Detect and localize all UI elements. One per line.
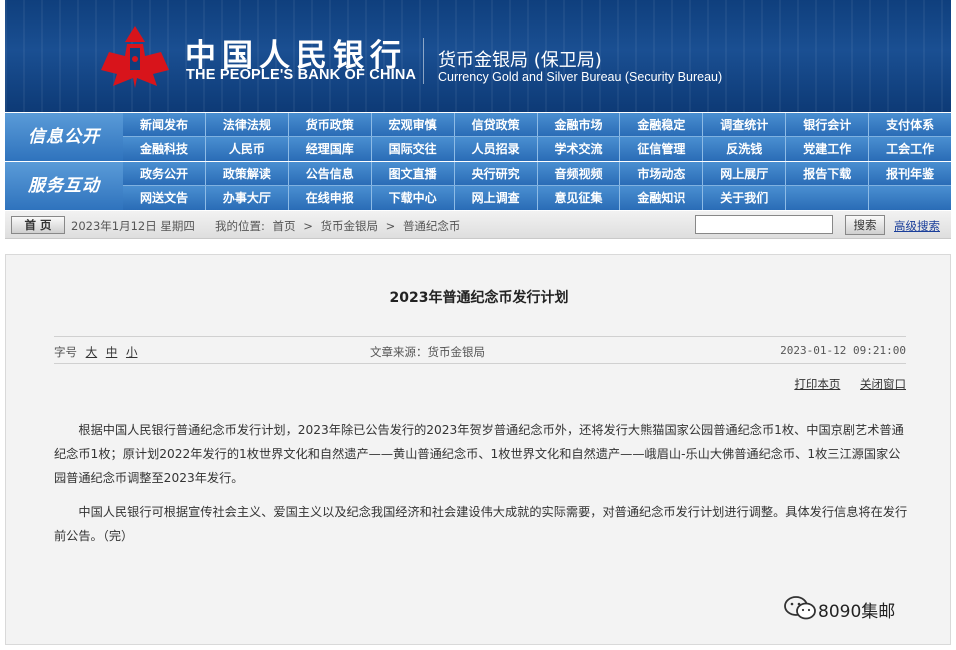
nav-item[interactable]: 市场动态 [620, 162, 704, 185]
current-date: 2023年1月12日 星期四 [71, 219, 195, 233]
nav-item[interactable]: 报告下载 [786, 162, 870, 185]
nav-item[interactable]: 信贷政策 [455, 113, 538, 136]
nav-item[interactable]: 报刊年鉴 [869, 162, 951, 185]
nav-item[interactable]: 下载中心 [372, 186, 455, 210]
nav-item[interactable]: 意见征集 [538, 186, 621, 210]
font-size-large-link[interactable]: 大 [86, 345, 98, 359]
nav-item[interactable]: 关于我们 [703, 186, 787, 210]
article-panel: 2023年普通纪念币发行计划 字号 大 中 小 文章来源：货币金银局 2023-… [5, 254, 951, 645]
article-meta-bar: 字号 大 中 小 文章来源：货币金银局 2023-01-12 09:21:00 [54, 336, 906, 364]
nav-row: 金融科技 人民币 经理国库 国际交往 人员招录 学术交流 征信管理 反洗钱 党建… [123, 137, 951, 161]
close-window-link[interactable]: 关闭窗口 [860, 377, 906, 391]
breadcrumb-location-label: 我的位置: [215, 219, 265, 233]
nav-item[interactable]: 调查统计 [703, 113, 787, 136]
font-size-label: 字号 [54, 345, 77, 359]
nav-item[interactable]: 法律法规 [206, 113, 289, 136]
nav-item[interactable]: 公告信息 [289, 162, 372, 185]
wechat-watermark: 8090集邮 [782, 594, 932, 622]
font-size-medium-link[interactable]: 中 [106, 345, 118, 359]
watermark-text: 8090集邮 [818, 602, 896, 622]
nav-item[interactable]: 银行会计 [786, 113, 870, 136]
nav-item[interactable]: 征信管理 [620, 137, 704, 161]
nav-item[interactable]: 音频视频 [538, 162, 621, 185]
nav-item[interactable]: 网送文告 [123, 186, 206, 210]
nav-item[interactable]: 金融知识 [620, 186, 704, 210]
wechat-icon [782, 594, 820, 622]
breadcrumb-link-bureau[interactable]: 货币金银局 [320, 219, 378, 233]
nav-item[interactable]: 在线申报 [289, 186, 372, 210]
nav-section-info-disclosure: 信息公开 新闻发布 法律法规 货币政策 宏观审慎 信贷政策 金融市场 金融稳定 … [5, 113, 951, 161]
breadcrumb-bar: 首 页 2023年1月12日 星期四 我的位置: 首页 > 货币金银局 > 普通… [5, 211, 951, 239]
nav-item[interactable]: 国际交往 [372, 137, 455, 161]
site-header: 中国人民银行 THE PEOPLE'S BANK OF CHINA 货币金银局 … [5, 0, 951, 112]
nav-row: 新闻发布 法律法规 货币政策 宏观审慎 信贷政策 金融市场 金融稳定 调查统计 … [123, 113, 951, 137]
nav-section-label[interactable]: 信息公开 [5, 113, 123, 161]
nav-item[interactable]: 支付体系 [869, 113, 951, 136]
nav-item[interactable]: 图文直播 [372, 162, 455, 185]
advanced-search-link[interactable]: 高级搜索 [894, 218, 940, 234]
article-paragraph: 根据中国人民银行普通纪念币发行计划，2023年除已公告发行的2023年贺岁普通纪… [54, 423, 904, 485]
nav-item-empty [869, 186, 951, 210]
article-title: 2023年普通纪念币发行计划 [389, 290, 569, 306]
bank-name-en: THE PEOPLE'S BANK OF CHINA [186, 67, 417, 83]
search-button[interactable]: 搜索 [845, 215, 885, 235]
nav-item[interactable]: 政策解读 [206, 162, 289, 185]
nav-item[interactable]: 网上调查 [455, 186, 538, 210]
nav-section-service-interaction: 服务互动 政务公开 政策解读 公告信息 图文直播 央行研究 音频视频 市场动态 … [5, 162, 951, 210]
bureau-name-en: Currency Gold and Silver Bureau (Securit… [438, 70, 723, 84]
breadcrumb-current[interactable]: 普通纪念币 [403, 219, 461, 233]
breadcrumb-link-home[interactable]: 首页 [273, 219, 296, 233]
breadcrumb-separator-icon: > [385, 219, 396, 233]
nav-item[interactable]: 政务公开 [123, 162, 206, 185]
home-button[interactable]: 首 页 [11, 216, 65, 234]
publish-time: 2023-01-12 09:21:00 [780, 344, 906, 357]
nav-section-label[interactable]: 服务互动 [5, 162, 123, 210]
nav-item[interactable]: 金融市场 [538, 113, 621, 136]
nav-item[interactable]: 金融稳定 [620, 113, 704, 136]
font-size-small-link[interactable]: 小 [126, 345, 138, 359]
nav-item[interactable]: 宏观审慎 [372, 113, 455, 136]
breadcrumb: 我的位置: 首页 > 货币金银局 > 普通纪念币 [215, 218, 464, 234]
nav-item[interactable]: 经理国库 [289, 137, 372, 161]
main-navigation: 信息公开 新闻发布 法律法规 货币政策 宏观审慎 信贷政策 金融市场 金融稳定 … [5, 112, 951, 211]
print-page-link[interactable]: 打印本页 [794, 377, 840, 391]
header-divider [423, 38, 424, 84]
nav-item[interactable]: 货币政策 [289, 113, 372, 136]
nav-item[interactable]: 学术交流 [538, 137, 621, 161]
article-tools: 打印本页 关闭窗口 [778, 376, 906, 392]
nav-item[interactable]: 新闻发布 [123, 113, 206, 136]
font-size-control: 字号 大 中 小 [54, 344, 137, 360]
article-body: 根据中国人民银行普通纪念币发行计划，2023年除已公告发行的2023年贺岁普通纪… [54, 418, 910, 558]
article-source: 文章来源：货币金银局 [370, 345, 485, 359]
nav-row: 网送文告 办事大厅 在线申报 下载中心 网上调查 意见征集 金融知识 关于我们 [123, 186, 951, 210]
nav-item[interactable]: 网上展厅 [703, 162, 787, 185]
nav-item[interactable]: 工会工作 [869, 137, 951, 161]
search-input[interactable] [695, 215, 833, 234]
nav-item[interactable]: 办事大厅 [206, 186, 289, 210]
nav-item[interactable]: 反洗钱 [703, 137, 787, 161]
article-paragraph: 中国人民银行可根据宣传社会主义、爱国主义以及纪念我国经济和社会建设伟大成就的实际… [54, 505, 908, 543]
bureau-name-cn: 货币金银局 (保卫局) [438, 50, 602, 71]
nav-row: 政务公开 政策解读 公告信息 图文直播 央行研究 音频视频 市场动态 网上展厅 … [123, 162, 951, 186]
breadcrumb-separator-icon: > [303, 219, 313, 233]
nav-item[interactable]: 金融科技 [123, 137, 206, 161]
pboc-logo-icon[interactable] [97, 24, 173, 90]
nav-item[interactable]: 央行研究 [455, 162, 538, 185]
nav-item[interactable]: 人民币 [206, 137, 289, 161]
nav-item[interactable]: 党建工作 [786, 137, 870, 161]
nav-item-empty [786, 186, 870, 210]
nav-item[interactable]: 人员招录 [455, 137, 538, 161]
